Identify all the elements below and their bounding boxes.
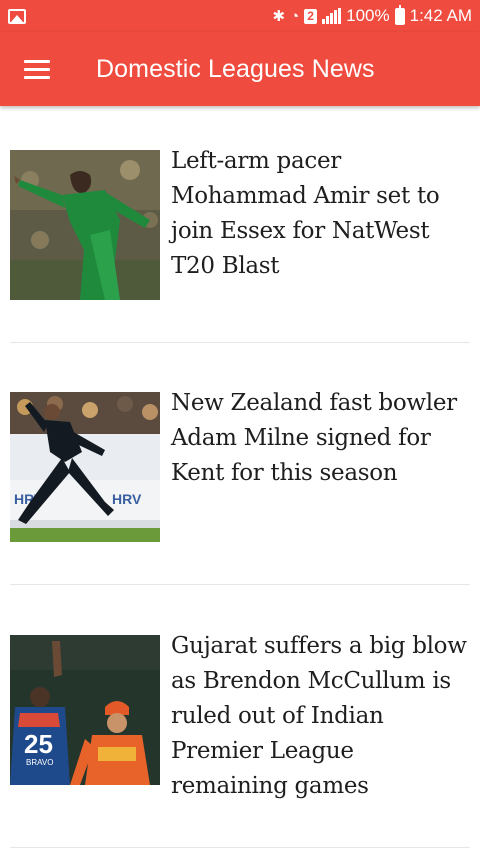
- divider: [10, 342, 470, 343]
- wifi-icon: ◔: [290, 7, 300, 25]
- news-thumbnail: 25 BRAVO: [10, 635, 160, 785]
- cricketer-bowling-image: [10, 150, 160, 300]
- status-bar: ✱ ◔ 2 100% 1:42 AM: [0, 0, 480, 32]
- page-title: Domestic Leagues News: [96, 54, 375, 83]
- app-bar: Domestic Leagues News: [0, 32, 480, 106]
- signal-icon: [322, 8, 342, 24]
- news-item[interactable]: HRV HRV New Zealand fast bowler Adam Mil…: [0, 390, 480, 542]
- bluetooth-icon: ✱: [272, 7, 286, 25]
- image-icon: [8, 8, 26, 24]
- news-item[interactable]: 25 BRAVO Gujarat suffers a big blow as B…: [0, 633, 480, 799]
- jersey-name: BRAVO: [26, 758, 53, 767]
- news-thumbnail: HRV HRV: [10, 392, 160, 542]
- sponsor-right-text: HRV: [112, 491, 142, 507]
- news-headline: Gujarat suffers a big blow as Brendon Mc…: [171, 633, 467, 799]
- news-headline: Left-arm pacer Mohammad Amir set to join…: [171, 148, 440, 279]
- cricketers-match-image: 25 BRAVO: [10, 635, 160, 785]
- jersey-number: 25: [24, 729, 53, 759]
- battery-percent: 100%: [346, 6, 390, 25]
- clock: 1:42 AM: [409, 6, 472, 25]
- news-headline: New Zealand fast bowler Adam Milne signe…: [171, 390, 457, 486]
- divider: [10, 847, 470, 848]
- news-thumbnail: [10, 150, 160, 300]
- divider: [10, 584, 470, 585]
- battery-icon: [394, 4, 405, 25]
- cricketer-celebrating-image: HRV HRV: [10, 392, 160, 542]
- hamburger-menu-icon[interactable]: [0, 32, 74, 106]
- sim-badge: 2: [304, 8, 318, 24]
- news-item[interactable]: Left-arm pacer Mohammad Amir set to join…: [0, 148, 480, 300]
